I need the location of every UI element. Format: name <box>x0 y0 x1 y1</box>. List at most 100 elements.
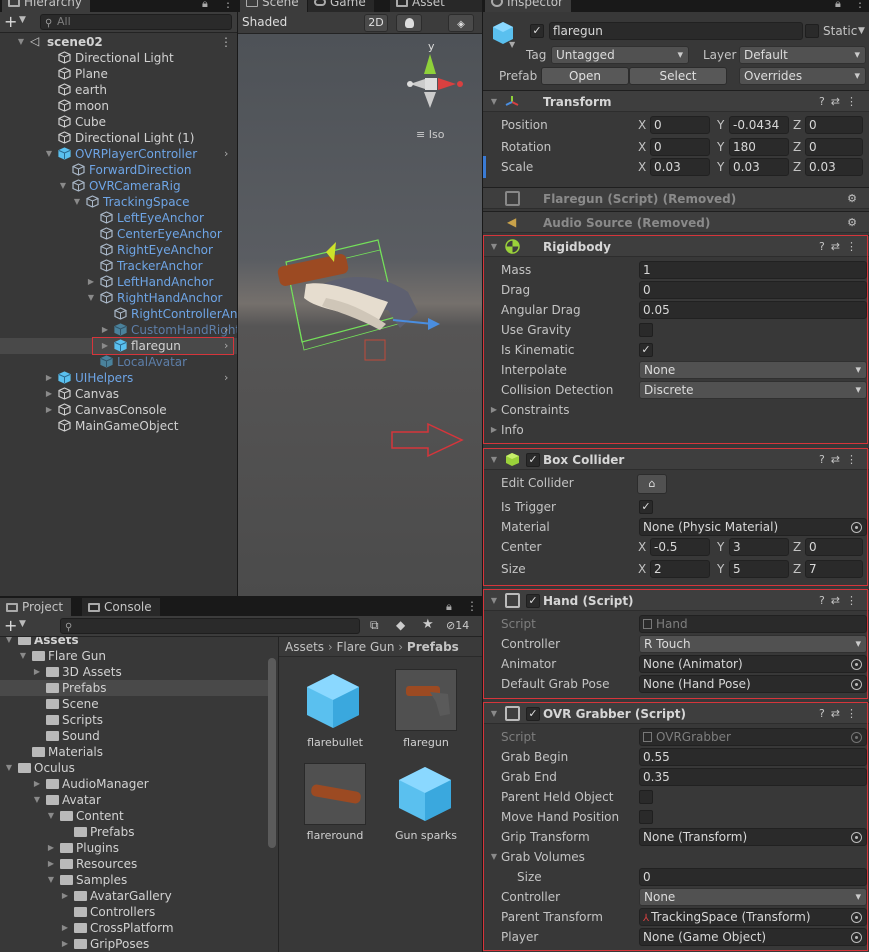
static-dropdown-icon[interactable]: ▼ <box>858 26 865 36</box>
center-y-field[interactable]: 3 <box>729 538 789 556</box>
hierarchy-item[interactable]: Plane <box>0 66 237 82</box>
move-hand-position-checkbox[interactable] <box>639 810 653 824</box>
chevron-right-icon[interactable]: › <box>224 322 228 338</box>
collapse-arrow-icon[interactable]: ▶ <box>44 402 54 418</box>
effects-toggle[interactable]: ◈ <box>448 14 474 32</box>
material-field[interactable]: None (Physic Material) <box>639 518 867 536</box>
expand-arrow-icon[interactable]: ▼ <box>4 760 14 776</box>
size-y-field[interactable]: 5 <box>729 560 789 578</box>
size-x-field[interactable]: 2 <box>650 560 710 578</box>
gizmo-projection-label[interactable]: ≡ Iso <box>416 128 444 141</box>
use-gravity-checkbox[interactable] <box>639 323 653 337</box>
hierarchy-item[interactable]: ▶ LeftHandAnchor <box>0 274 237 290</box>
flaregun-mesh[interactable] <box>268 232 448 362</box>
folder-tree-item[interactable]: Prefabs <box>0 824 268 840</box>
edit-collider-button[interactable]: ⌂ <box>637 474 667 494</box>
hierarchy-item[interactable]: ▶ CanvasConsole <box>0 402 237 418</box>
object-name-field[interactable]: flaregun <box>549 22 803 40</box>
expand-arrow-icon[interactable]: ▶ <box>489 422 499 438</box>
scale-x-field[interactable]: 0.03 <box>650 158 710 176</box>
folder-tree-item[interactable]: ▼ Content <box>0 808 268 824</box>
shading-mode-dropdown[interactable]: Shaded <box>242 15 287 29</box>
scale-z-field[interactable]: 0.03 <box>805 158 863 176</box>
lock-icon[interactable]: 🔒︎ <box>835 0 841 11</box>
hierarchy-item[interactable]: ▶ Canvas <box>0 386 237 402</box>
scene-menu-icon[interactable]: ⋮ <box>220 34 232 50</box>
add-icon[interactable]: + <box>4 616 17 636</box>
collapse-arrow-icon[interactable]: ▶ <box>60 920 70 936</box>
chevron-right-icon[interactable]: › <box>224 370 228 386</box>
hierarchy-item[interactable]: ▼ OVRPlayerController › <box>0 146 237 162</box>
folder-tree-item[interactable]: ▼ Oculus <box>0 760 268 776</box>
expand-arrow-icon[interactable]: ▼ <box>72 194 82 210</box>
position-x-field[interactable]: 0 <box>650 116 710 134</box>
expand-arrow-icon[interactable]: ▼ <box>16 34 26 50</box>
filter-by-label-icon[interactable]: ◆ <box>396 618 405 632</box>
add-dropdown-icon[interactable]: ▼ <box>19 15 26 25</box>
animator-field[interactable]: None (Animator) <box>639 655 867 673</box>
hand-script-header[interactable]: ▼ ✓ Hand (Script) ?⇄⋮ <box>483 589 869 611</box>
chevron-right-icon[interactable]: › <box>224 338 228 354</box>
hierarchy-item[interactable]: LeftEyeAnchor <box>0 210 237 226</box>
expand-arrow-icon[interactable]: ▼ <box>4 637 14 648</box>
2d-toggle[interactable]: 2D <box>364 14 388 32</box>
breadcrumb-assets[interactable]: Assets <box>285 640 324 654</box>
tab-console[interactable]: Console <box>82 598 160 617</box>
folder-tree-item[interactable]: Materials <box>0 744 268 760</box>
hierarchy-item[interactable]: ▶ UIHelpers › <box>0 370 237 386</box>
collapse-arrow-icon[interactable]: ▼ <box>489 239 499 255</box>
orientation-gizmo[interactable]: y <box>406 38 468 118</box>
component-icons[interactable]: ?⇄⋮ <box>819 94 863 110</box>
hierarchy-item[interactable]: ▶ flaregun › <box>0 338 237 354</box>
collapse-arrow-icon[interactable]: ▶ <box>44 386 54 402</box>
hierarchy-item[interactable]: ▼ OVRCameraRig <box>0 178 237 194</box>
ovr-grabber-enabled-checkbox[interactable]: ✓ <box>526 707 540 721</box>
object-picker-icon[interactable] <box>851 659 862 670</box>
folder-tree-item[interactable]: Sound <box>0 728 268 744</box>
expand-arrow-icon[interactable]: ▼ <box>86 290 96 306</box>
collapse-arrow-icon[interactable]: ▶ <box>32 776 42 792</box>
ovr-grabber-header[interactable]: ▼ ✓ OVR Grabber (Script) ?⇄⋮ <box>483 702 869 724</box>
tab-game[interactable]: Game <box>308 0 374 12</box>
hierarchy-item[interactable]: LocalAvatar <box>0 354 237 370</box>
expand-arrow-icon[interactable]: ▼ <box>489 849 499 865</box>
folder-tree-item[interactable]: ▶ AudioManager <box>0 776 268 792</box>
collapse-arrow-icon[interactable]: ▶ <box>32 664 42 680</box>
expand-arrow-icon[interactable]: ▼ <box>58 178 68 194</box>
add-icon[interactable]: + <box>4 12 17 32</box>
box-collider-header[interactable]: ▼ ✓ Box Collider ?⇄⋮ <box>483 448 869 470</box>
angular-drag-field[interactable]: 0.05 <box>639 301 867 319</box>
folder-tree-item[interactable]: ▶ GripPoses <box>0 936 268 952</box>
prefab-select-button[interactable]: Select <box>629 67 727 85</box>
hierarchy-item[interactable]: Cube <box>0 114 237 130</box>
tab-scene[interactable]: Scene <box>240 0 307 12</box>
tree-scrollbar[interactable] <box>268 658 276 848</box>
collapse-arrow-icon[interactable]: ▶ <box>46 840 56 856</box>
object-picker-icon[interactable] <box>851 679 862 690</box>
mass-field[interactable]: 1 <box>639 261 867 279</box>
folder-tree-item[interactable]: Scene <box>0 696 268 712</box>
hierarchy-item[interactable]: TrackerAnchor <box>0 258 237 274</box>
tag-dropdown[interactable]: Untagged <box>551 46 689 64</box>
hierarchy-item[interactable]: CenterEyeAnchor <box>0 226 237 242</box>
grab-begin-field[interactable]: 0.55 <box>639 748 867 766</box>
collapse-arrow-icon[interactable]: ▼ <box>489 452 499 468</box>
tab-inspector[interactable]: Inspector <box>485 0 571 12</box>
grab-volumes-size-field[interactable]: 0 <box>639 868 867 886</box>
collapse-arrow-icon[interactable]: ▼ <box>489 94 499 110</box>
expand-arrow-icon[interactable]: ▼ <box>46 872 56 888</box>
prefab-open-button[interactable]: Open <box>541 67 629 85</box>
collapse-arrow-icon[interactable]: ▶ <box>46 856 56 872</box>
gear-icon[interactable]: ⚙ <box>847 215 863 231</box>
hierarchy-item[interactable]: earth <box>0 82 237 98</box>
component-icons[interactable]: ?⇄⋮ <box>819 452 863 468</box>
is-kinematic-checkbox[interactable]: ✓ <box>639 343 653 357</box>
removed-script-header[interactable]: Flaregun (Script) (Removed) ⚙ <box>483 187 869 209</box>
folder-tree-item[interactable]: Prefabs <box>0 680 268 696</box>
folder-tree-item[interactable]: ▶ AvatarGallery <box>0 888 268 904</box>
static-checkbox[interactable] <box>805 24 819 38</box>
hierarchy-item[interactable]: ForwardDirection <box>0 162 237 178</box>
project-search-input[interactable]: ⚲ <box>60 618 360 634</box>
hierarchy-item[interactable]: ▼ RightHandAnchor <box>0 290 237 306</box>
expand-arrow-icon[interactable]: ▼ <box>18 648 28 664</box>
